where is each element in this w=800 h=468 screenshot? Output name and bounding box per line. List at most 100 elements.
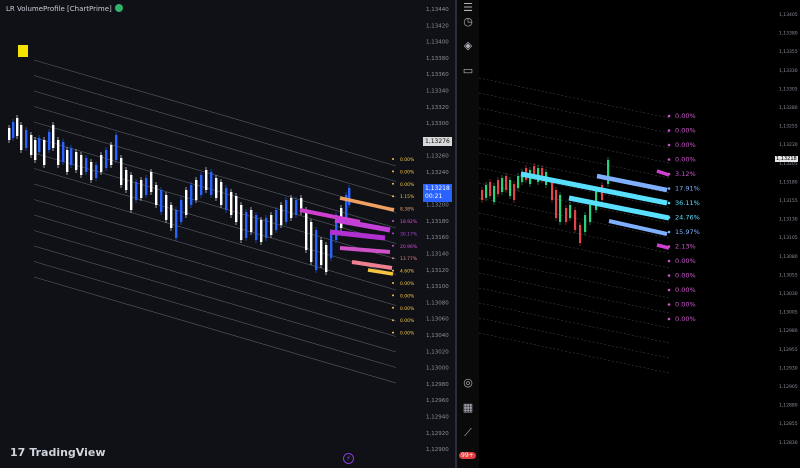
right-regression-line (479, 167, 670, 209)
bar-countdown: 00:21 (425, 193, 443, 200)
right-price-axis-label: 1,13155 (779, 198, 798, 204)
price-axis-label: 1,13080 (426, 300, 449, 306)
candle-body (190, 185, 193, 205)
profile-percent-label: 0.00% (400, 281, 415, 287)
candle-body (270, 215, 273, 235)
right-volume-profile-bar (656, 243, 670, 250)
right-candle-body (574, 210, 577, 230)
right-chart-panel[interactable]: 1,13405 1,13380 1,13355 1,13330 1,13305 1,132… (479, 0, 800, 468)
right-price-axis-label: 1,12905 (779, 384, 798, 390)
clock-icon[interactable]: ◷ (459, 14, 477, 30)
profile-marker-icon (392, 232, 394, 235)
tradingview-logo[interactable]: 17 TradingView (10, 446, 106, 459)
candle-body (120, 158, 123, 185)
current-price-tag: 1,13276 (423, 137, 452, 146)
right-regression-line (479, 107, 670, 149)
profile-percent-label: 13.77% (400, 256, 418, 262)
candle-body (185, 190, 188, 215)
profile-percent-label: 18.92% (400, 219, 418, 225)
profile-percent-label: 20.96% (400, 244, 418, 250)
right-price-axis-label: 1,13180 (779, 179, 798, 185)
tradingview-mark-icon: 17 (10, 446, 26, 459)
right-price-axis-label: 1,13105 (779, 235, 798, 241)
right-price-axis-label: 1,13130 (779, 217, 798, 223)
profile-percent-label: 0.00% (400, 157, 415, 163)
left-chart-canvas[interactable]: 1,13440 1,13420 1,13400 1,13380 1,13360 1,133… (0, 0, 455, 468)
price-axis-label: 1,13300 (426, 121, 449, 127)
right-profile-marker-icon (667, 143, 671, 147)
right-profile-marker-icon (667, 129, 671, 132)
chat-icon[interactable]: ▭ (459, 63, 477, 79)
right-candle-body (489, 182, 492, 196)
profile-percent-label: 1.15% (400, 194, 415, 200)
right-price-axis-label: 1,12830 (779, 440, 798, 446)
price-axis-label: 1,12920 (426, 431, 449, 437)
left-chart-panel[interactable]: LR VolumeProfile [ChartPrime] 1,13440 1,1… (0, 0, 455, 468)
price-axis-label: 1,12980 (426, 382, 449, 388)
candle-body (85, 158, 88, 172)
anchor-marker-icon (18, 45, 28, 57)
regression-line (33, 261, 397, 368)
right-price-axis-label: 1,13080 (779, 254, 798, 260)
right-regression-line (479, 242, 670, 284)
regression-line (33, 59, 397, 167)
price-axis-label: 1,13200 (426, 203, 449, 209)
regression-line (33, 245, 397, 353)
candle-body (230, 192, 233, 215)
right-profile-marker-icon (667, 230, 671, 234)
candle-body (100, 155, 103, 172)
right-regression-line (479, 227, 670, 269)
right-candle-body (584, 215, 587, 232)
candle-body (250, 210, 253, 232)
volume-profile-bar (299, 208, 361, 224)
candle-body (275, 210, 278, 230)
lightning-icon[interactable]: ⚡ (343, 453, 354, 464)
right-profile-percent-label: 0.00% (675, 257, 696, 265)
candle-body (215, 178, 218, 198)
right-profile-marker-icon (667, 216, 671, 219)
candle-body (325, 245, 328, 272)
regression-line (33, 276, 397, 384)
candle-body (310, 222, 313, 262)
right-price-axis-label: 1,13005 (779, 310, 798, 316)
candle-body (66, 150, 69, 172)
side-toolbar: ☰ ◷ ◈ ▭ ◎ ▦ ⟋ ≋ (457, 0, 480, 468)
candle-body (115, 135, 118, 160)
right-candle-body (509, 180, 512, 196)
right-profile-marker-icon (667, 172, 671, 176)
right-regression-line (479, 77, 670, 119)
candle-body (180, 200, 183, 222)
candle-body (125, 170, 128, 190)
right-regression-line (479, 92, 670, 134)
profile-percent-label: 0.00% (400, 318, 415, 324)
right-regression-line (479, 122, 670, 164)
candle-body (48, 132, 51, 150)
right-regression-line (479, 332, 670, 374)
candle-body (140, 180, 143, 198)
price-axis-label: 1,13420 (426, 23, 449, 29)
notifications-badge: 99+ (459, 452, 476, 459)
right-profile-marker-icon (667, 187, 671, 190)
candle-body (135, 182, 138, 200)
candle-body (30, 135, 33, 155)
right-volume-profile-bar (520, 171, 668, 206)
calendar-icon[interactable]: ▦ (459, 400, 477, 416)
trendline-icon[interactable]: ⟋ (459, 425, 477, 441)
right-profile-marker-icon (667, 245, 671, 248)
candle-body (43, 140, 46, 165)
right-volume-profile-bar (656, 169, 670, 177)
right-price-axis-label: 1,12980 (779, 328, 798, 334)
right-chart-canvas[interactable]: 1,13405 1,13380 1,13355 1,13330 1,13305 1,132… (479, 0, 800, 468)
right-profile-percent-label: 0.00% (675, 272, 696, 280)
profile-percent-label: 0.00% (400, 169, 415, 175)
target-icon[interactable]: ◎ (459, 375, 477, 391)
layers-icon[interactable]: ◈ (459, 38, 477, 54)
candle-body (210, 172, 213, 195)
candle-body (16, 118, 19, 136)
right-candle-body (559, 195, 562, 222)
last-price-value: 1,13218 (425, 185, 450, 192)
profile-marker-icon (392, 220, 394, 222)
candle-body (12, 122, 15, 138)
price-axis-label: 1,13040 (426, 333, 449, 339)
right-candle-body (501, 178, 504, 192)
